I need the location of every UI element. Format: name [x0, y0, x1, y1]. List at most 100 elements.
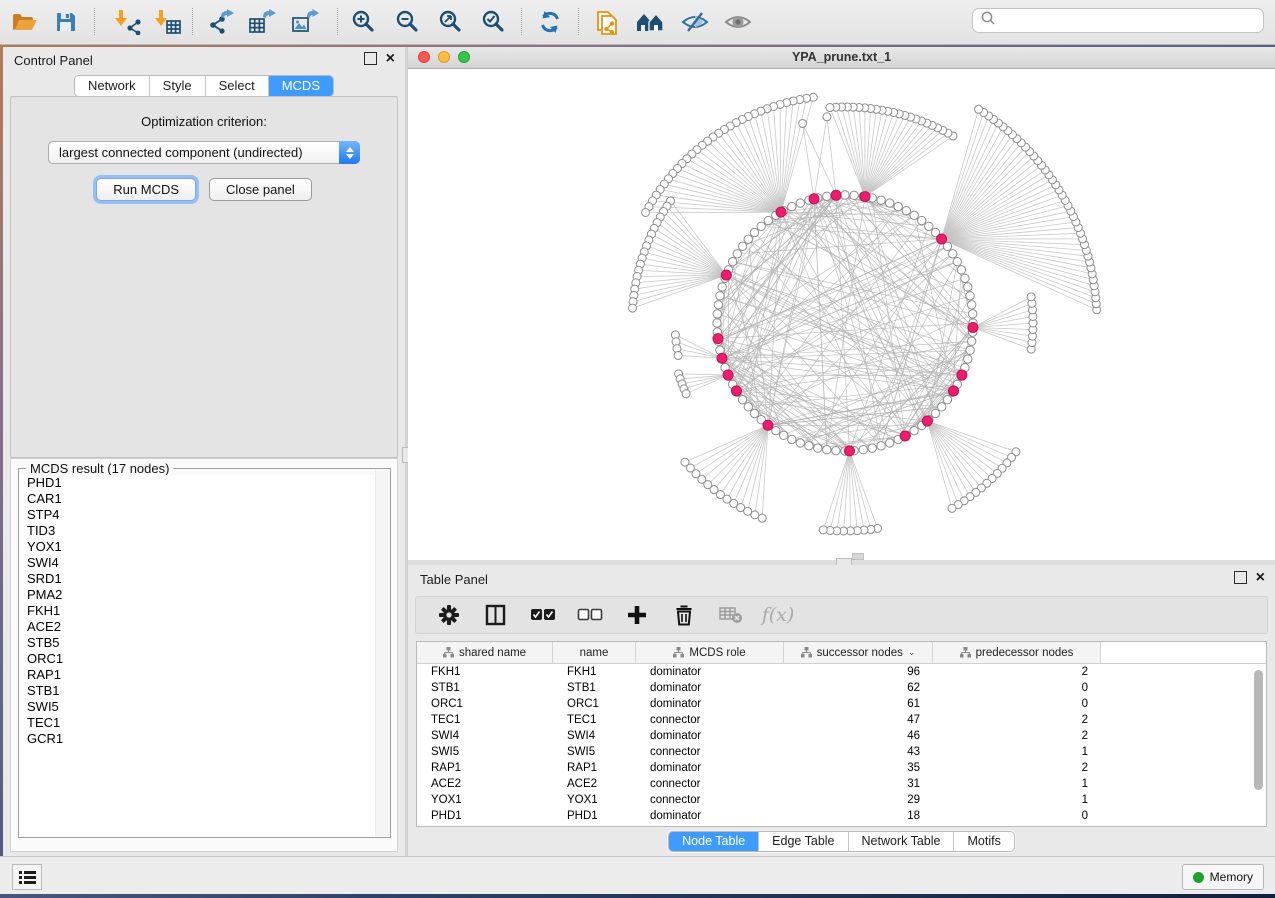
- float-panel-icon[interactable]: [364, 52, 377, 65]
- mcds-list-item[interactable]: STP4: [27, 507, 376, 523]
- graph-mcds-node[interactable]: [860, 192, 870, 202]
- refresh-icon[interactable]: [532, 4, 568, 40]
- graph-node[interactable]: [877, 442, 885, 450]
- graph-node[interactable]: [931, 409, 939, 417]
- graph-node[interactable]: [796, 199, 804, 207]
- graph-mcds-node[interactable]: [831, 190, 841, 200]
- graph-node[interactable]: [738, 242, 746, 250]
- graph-mcds-node[interactable]: [721, 270, 731, 280]
- graph-node[interactable]: [938, 403, 946, 411]
- export-table-icon[interactable]: [244, 4, 280, 40]
- mcds-list-item[interactable]: PMA2: [27, 587, 376, 603]
- graph-node[interactable]: [877, 196, 885, 204]
- graph-node[interactable]: [738, 396, 746, 404]
- graph-leaf-node[interactable]: [682, 390, 690, 398]
- graph-node[interactable]: [750, 228, 758, 236]
- graph-node[interactable]: [744, 403, 752, 411]
- graph-node[interactable]: [957, 266, 965, 274]
- mcds-list-item[interactable]: TEC1: [27, 715, 376, 731]
- graph-node[interactable]: [918, 216, 926, 224]
- graph-node[interactable]: [713, 319, 721, 327]
- tab-motifs[interactable]: Motifs: [954, 832, 1013, 851]
- mcds-list-item[interactable]: STB5: [27, 635, 376, 651]
- graph-mcds-node[interactable]: [717, 353, 727, 363]
- graph-leaf-node[interactable]: [819, 526, 827, 534]
- graph-node[interactable]: [961, 274, 969, 282]
- graph-node[interactable]: [894, 202, 902, 210]
- tab-network[interactable]: Network: [75, 76, 150, 96]
- graph-node[interactable]: [750, 409, 758, 417]
- graph-node[interactable]: [886, 199, 894, 207]
- graph-node[interactable]: [925, 222, 933, 230]
- graph-node[interactable]: [814, 444, 822, 452]
- tab-select[interactable]: Select: [206, 76, 269, 96]
- table-row[interactable]: PHD1PHD1dominator180: [417, 808, 1266, 824]
- tab-edge-table[interactable]: Edge Table: [759, 832, 848, 851]
- graph-node[interactable]: [967, 301, 975, 309]
- save-icon[interactable]: [48, 4, 84, 40]
- graph-node[interactable]: [943, 396, 951, 404]
- column-header-mcds-role[interactable]: MCDS role: [636, 642, 784, 663]
- table-row[interactable]: FKH1FKH1dominator962: [417, 664, 1266, 680]
- graph-leaf-node[interactable]: [642, 208, 650, 216]
- select-all-icon[interactable]: [530, 602, 556, 628]
- open-icon[interactable]: [7, 4, 43, 40]
- graph-node[interactable]: [788, 202, 796, 210]
- graph-node[interactable]: [805, 442, 813, 450]
- tab-mcds[interactable]: MCDS: [269, 76, 333, 96]
- mcds-list-item[interactable]: SWI5: [27, 699, 376, 715]
- add-row-icon[interactable]: [624, 602, 650, 628]
- graph-node[interactable]: [713, 310, 721, 318]
- mcds-list-item[interactable]: CAR1: [27, 491, 376, 507]
- import-network-icon[interactable]: [110, 4, 146, 40]
- table-row[interactable]: SWI5SWI5connector431: [417, 744, 1266, 760]
- graph-mcds-node[interactable]: [922, 416, 932, 426]
- search-input[interactable]: [972, 8, 1264, 33]
- graph-mcds-node[interactable]: [937, 234, 947, 244]
- graph-node[interactable]: [714, 301, 722, 309]
- mcds-list-item[interactable]: RAP1: [27, 667, 376, 683]
- graph-node[interactable]: [841, 191, 849, 199]
- graph-node[interactable]: [948, 250, 956, 258]
- graph-node[interactable]: [788, 435, 796, 443]
- unselect-all-icon[interactable]: [577, 602, 603, 628]
- table-row[interactable]: YOX1YOX1connector291: [417, 792, 1266, 808]
- graph-node[interactable]: [832, 446, 840, 454]
- graph-node[interactable]: [966, 292, 974, 300]
- show-columns-icon[interactable]: [483, 602, 509, 628]
- graph-node[interactable]: [968, 310, 976, 318]
- graph-leaf-node[interactable]: [681, 458, 689, 466]
- graph-leaf-node[interactable]: [948, 504, 956, 512]
- mcds-list-item[interactable]: ACE2: [27, 619, 376, 635]
- hide-graphics-details-icon[interactable]: [677, 4, 713, 40]
- mcds-list-item[interactable]: FKH1: [27, 603, 376, 619]
- table-row[interactable]: SWI4SWI4dominator462: [417, 728, 1266, 744]
- zoom-out-icon[interactable]: [390, 4, 426, 40]
- table-row[interactable]: ACE2ACE2connector311: [417, 776, 1266, 792]
- maximize-window-icon[interactable]: [458, 51, 470, 63]
- graph-node[interactable]: [902, 206, 910, 214]
- graph-mcds-node[interactable]: [731, 386, 741, 396]
- tab-node-table[interactable]: Node Table: [669, 832, 759, 851]
- graph-mcds-node[interactable]: [763, 420, 773, 430]
- delete-icon[interactable]: [671, 602, 697, 628]
- show-graphics-details-icon[interactable]: [720, 4, 756, 40]
- graph-node[interactable]: [779, 431, 787, 439]
- mcds-list-item[interactable]: GCR1: [27, 731, 376, 747]
- graph-node[interactable]: [728, 257, 736, 265]
- graph-node[interactable]: [886, 439, 894, 447]
- graph-node[interactable]: [868, 444, 876, 452]
- graph-mcds-node[interactable]: [957, 370, 967, 380]
- table-row[interactable]: ORC1ORC1dominator610: [417, 696, 1266, 712]
- graph-node[interactable]: [850, 191, 858, 199]
- graph-node[interactable]: [964, 355, 972, 363]
- graph-leaf-node[interactable]: [823, 113, 831, 121]
- export-network-document-icon[interactable]: [590, 4, 626, 40]
- close-table-panel-icon[interactable]: ×: [1256, 572, 1265, 583]
- mcds-list-scrollbar[interactable]: [375, 470, 389, 836]
- zoom-selected-icon[interactable]: [476, 4, 512, 40]
- search-windows-icon[interactable]: [633, 4, 669, 40]
- graph-mcds-node[interactable]: [776, 207, 786, 217]
- mcds-list-item[interactable]: YOX1: [27, 539, 376, 555]
- canvas-scrollbar-nub[interactable]: [852, 553, 864, 560]
